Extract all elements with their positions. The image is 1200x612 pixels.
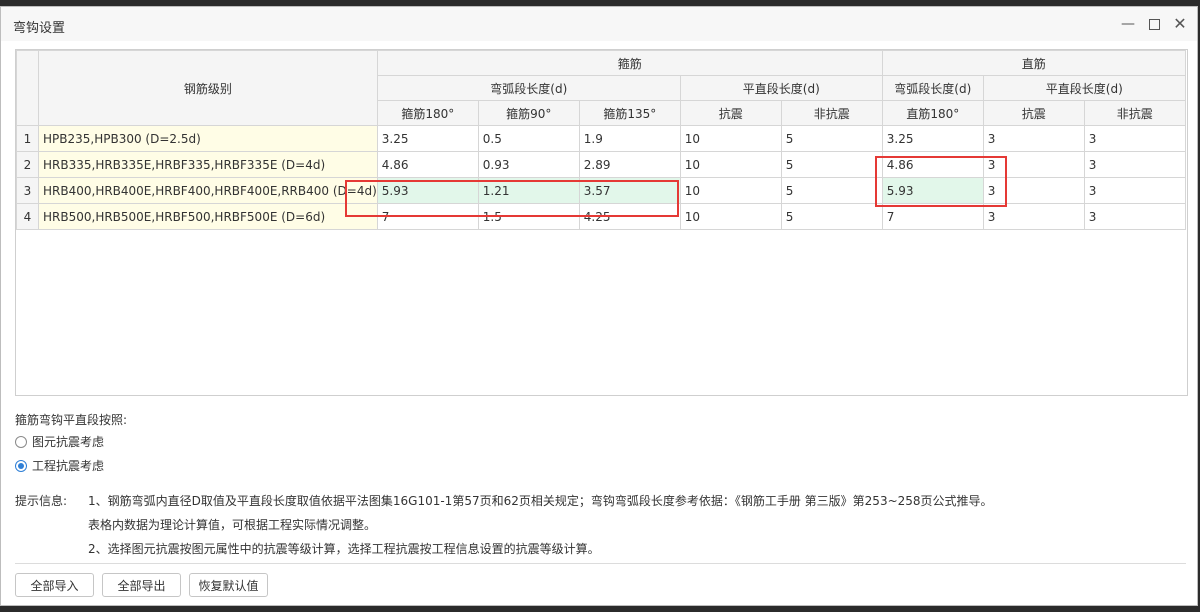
value-cell[interactable]: 10: [679, 177, 782, 204]
row-number-header: [16, 50, 39, 126]
header-straight-nonseismic: 非抗震: [1083, 100, 1186, 126]
restore-default-button[interactable]: 恢复默认值: [189, 573, 268, 597]
value-cell[interactable]: 0.93: [477, 151, 580, 178]
value-cell[interactable]: 1.9: [578, 125, 681, 152]
hint-line-3: 2、选择图元抗震按图元属性中的抗震等级计算，选择工程抗震按工程信息设置的抗震等级…: [88, 542, 600, 556]
value-cell[interactable]: 5: [780, 125, 883, 152]
value-cell[interactable]: 3: [1083, 203, 1186, 230]
value-cell[interactable]: 7: [881, 203, 984, 230]
stirrup-flat-header: 平直段长度(d): [679, 75, 883, 101]
value-cell[interactable]: 1.21: [477, 177, 580, 204]
radio-element-seismic-label: 图元抗震考虑: [32, 435, 105, 449]
rebar-level-cell[interactable]: HRB400,HRB400E,HRBF400,HRBF400E,RRB400 (…: [38, 177, 378, 204]
value-cell[interactable]: 7: [376, 203, 479, 230]
stirrup-group-header: 箍筋: [376, 50, 883, 76]
table-row: 1 HPB235,HPB300 (D=2.5d) 3.25 0.5 1.9 10 5 3.25…: [16, 125, 1186, 152]
hook-table-container: 钢筋级别 箍筋 直筋 弯弧段长度(d) 平直段长度(d) 弯弧段长度(d) 平直…: [15, 49, 1188, 396]
row-number: 1: [16, 125, 39, 152]
header-stirrup-seismic: 抗震: [679, 100, 782, 126]
value-cell[interactable]: 3: [982, 125, 1085, 152]
hook-table: 钢筋级别 箍筋 直筋 弯弧段长度(d) 平直段长度(d) 弯弧段长度(d) 平直…: [16, 50, 1186, 230]
radio-project-seismic-label: 工程抗震考虑: [32, 459, 105, 473]
header-stirrup-nonseismic: 非抗震: [780, 100, 883, 126]
flat-segment-options: 箍筋弯钩平直段按照: 图元抗震考虑 工程抗震考虑: [15, 411, 128, 473]
radio-checked-icon: [15, 459, 27, 472]
value-cell[interactable]: 0.5: [477, 125, 580, 152]
header-stirrup-135: 箍筋135°: [578, 100, 681, 126]
rebar-level-cell[interactable]: HRB335,HRB335E,HRBF335,HRBF335E (D=4d): [38, 151, 378, 178]
table-row: 3 HRB400,HRB400E,HRBF400,HRBF400E,RRB400 …: [16, 177, 1186, 204]
header-stirrup-90: 箍筋90°: [477, 100, 580, 126]
value-cell[interactable]: 3: [1083, 151, 1186, 178]
stirrup-arc-header: 弯弧段长度(d): [376, 75, 681, 101]
hint-line-2: 表格内数据为理论计算值，可根据工程实际情况调整。: [88, 518, 377, 532]
value-cell[interactable]: 3: [1083, 125, 1186, 152]
row-number: 3: [16, 177, 39, 204]
row-number: 4: [16, 203, 39, 230]
rebar-level-cell[interactable]: HPB235,HPB300 (D=2.5d): [38, 125, 378, 152]
value-cell[interactable]: 3: [982, 177, 1085, 204]
export-all-button[interactable]: 全部导出: [102, 573, 181, 597]
maximize-icon: [1148, 19, 1160, 30]
value-cell[interactable]: 5: [780, 151, 883, 178]
footer-divider: [15, 563, 1186, 564]
value-cell[interactable]: 5: [780, 177, 883, 204]
value-cell[interactable]: 3: [1083, 177, 1186, 204]
row-number: 2: [16, 151, 39, 178]
straight-group-header: 直筋: [881, 50, 1186, 76]
value-cell[interactable]: 3.25: [881, 125, 984, 152]
header-straight-seismic: 抗震: [982, 100, 1085, 126]
value-cell[interactable]: 4.86: [881, 151, 984, 178]
title-bar: 弯钩设置 — ✕: [1, 7, 1197, 41]
minimize-button[interactable]: —: [1117, 13, 1139, 35]
value-cell[interactable]: 5: [780, 203, 883, 230]
value-cell[interactable]: 1.5: [477, 203, 580, 230]
value-cell[interactable]: 10: [679, 125, 782, 152]
value-cell[interactable]: 5.93: [376, 177, 479, 204]
rebar-level-cell[interactable]: HRB500,HRB500E,HRBF500,HRBF500E (D=6d): [38, 203, 378, 230]
value-cell[interactable]: 10: [679, 151, 782, 178]
value-cell[interactable]: 3.25: [376, 125, 479, 152]
value-cell[interactable]: 3: [982, 203, 1085, 230]
value-cell[interactable]: 10: [679, 203, 782, 230]
hook-settings-dialog: 弯钩设置 — ✕ 钢筋级别 箍筋 直筋 弯弧段长度(d) 平直段长度(d) 弯弧…: [0, 6, 1198, 606]
straight-flat-header: 平直段长度(d): [982, 75, 1186, 101]
table-row: 4 HRB500,HRB500E,HRBF500,HRBF500E (D=6d) 7…: [16, 203, 1186, 230]
value-cell[interactable]: 4.86: [376, 151, 479, 178]
table-row: 2 HRB335,HRB335E,HRBF335,HRBF335E (D=4d) 4…: [16, 151, 1186, 178]
header-straight-180: 直筋180°: [881, 100, 984, 126]
import-all-button[interactable]: 全部导入: [15, 573, 94, 597]
close-button[interactable]: ✕: [1169, 13, 1191, 35]
value-cell[interactable]: 3.57: [578, 177, 681, 204]
hint-label: 提示信息:: [15, 494, 68, 508]
value-cell[interactable]: 4.25: [578, 203, 681, 230]
value-cell[interactable]: 3: [982, 151, 1085, 178]
header-stirrup-180: 箍筋180°: [376, 100, 479, 126]
radio-project-seismic[interactable]: 工程抗震考虑: [15, 457, 104, 474]
straight-arc-header: 弯弧段长度(d): [881, 75, 984, 101]
options-title: 箍筋弯钩平直段按照:: [15, 413, 128, 427]
radio-unchecked-icon: [15, 435, 27, 448]
dialog-title: 弯钩设置: [13, 21, 66, 36]
value-cell[interactable]: 5.93: [881, 177, 984, 204]
radio-element-seismic[interactable]: 图元抗震考虑: [15, 433, 104, 450]
value-cell[interactable]: 2.89: [578, 151, 681, 178]
level-header: 钢筋级别: [38, 50, 378, 126]
hint-line-1: 1、钢筋弯弧内直径D取值及平直段长度取值依据平法图集16G101-1第57页和6…: [88, 494, 993, 508]
maximize-button[interactable]: [1143, 13, 1165, 35]
